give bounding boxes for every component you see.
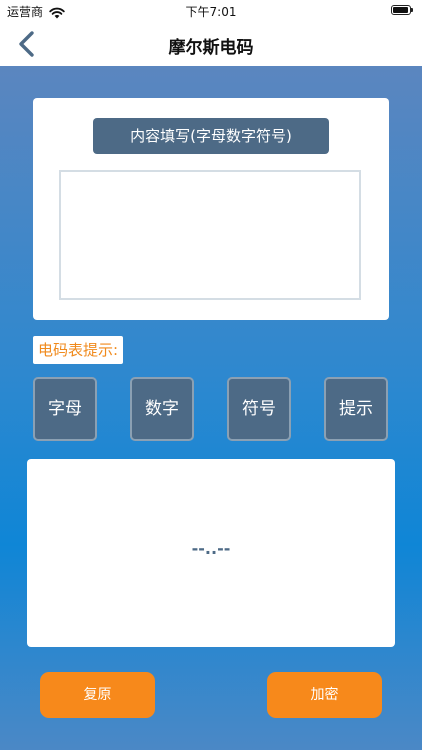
tips-button[interactable]: 提示 xyxy=(324,377,388,441)
reset-button[interactable]: 复原 xyxy=(40,672,155,718)
page-title: 摩尔斯电码 xyxy=(168,38,254,58)
encrypt-button[interactable]: 加密 xyxy=(267,672,382,718)
morse-output: --..-- xyxy=(191,539,231,558)
input-card: 内容填写(字母数字符号) xyxy=(33,98,389,320)
output-box: --..-- xyxy=(27,459,395,647)
numbers-button[interactable]: 数字 xyxy=(130,377,194,441)
input-label: 内容填写(字母数字符号) xyxy=(93,118,329,154)
status-time: 下午7:01 xyxy=(185,5,237,19)
content-input[interactable] xyxy=(59,170,361,300)
code-table-hint-label: 电码表提示: xyxy=(33,336,124,364)
letters-button[interactable]: 字母 xyxy=(33,377,97,441)
main-content: 内容填写(字母数字符号) 电码表提示: 字母 数字 符号 提示 --..-- 复… xyxy=(0,66,422,750)
nav-bar: 摩尔斯电码 xyxy=(0,22,422,66)
status-bar: 运营商 下午7:01 xyxy=(0,0,422,22)
battery-icon xyxy=(391,5,413,15)
symbols-button[interactable]: 符号 xyxy=(227,377,291,441)
